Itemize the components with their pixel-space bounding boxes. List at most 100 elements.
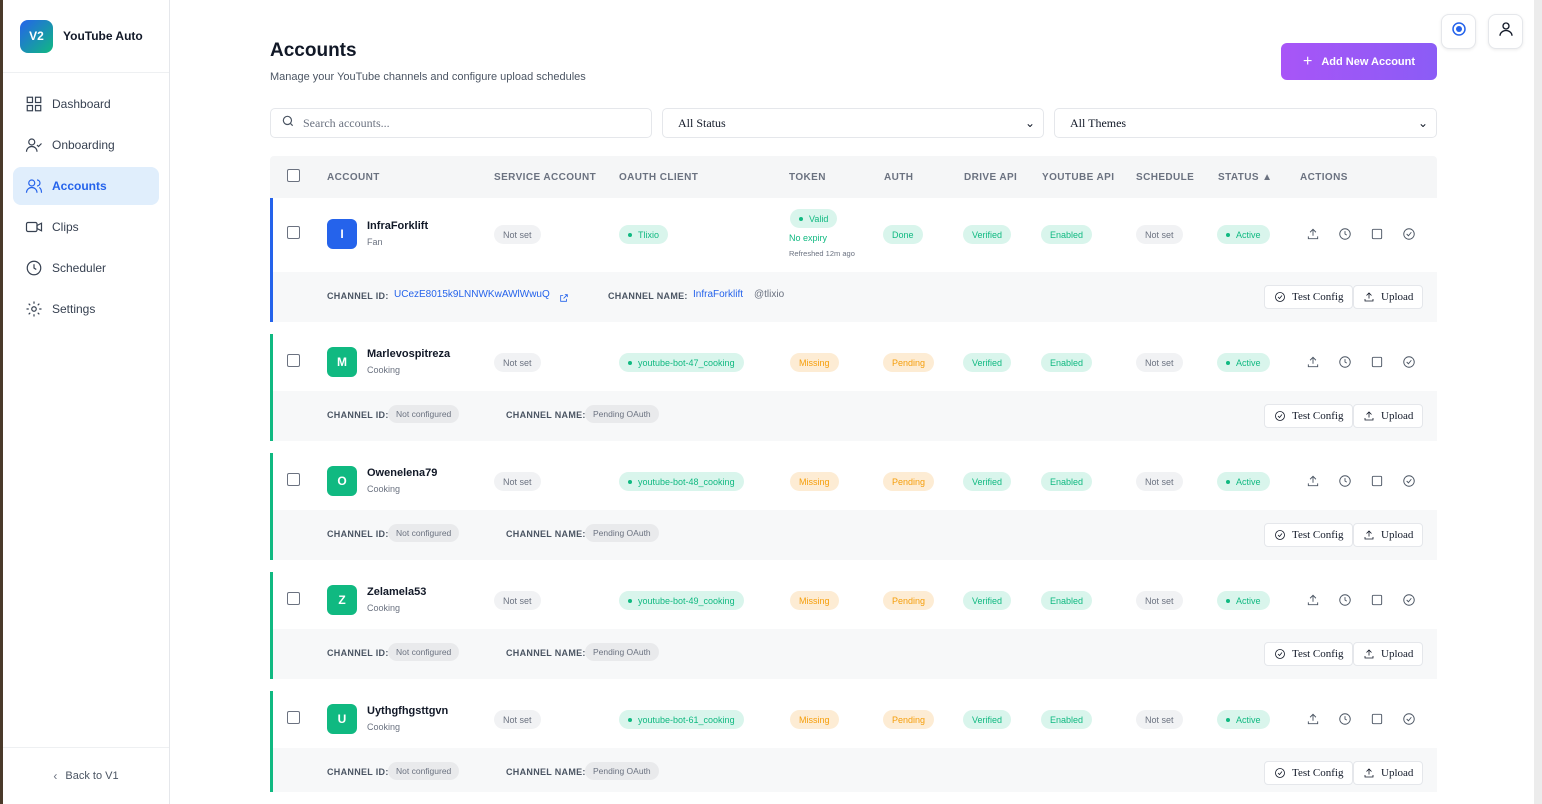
table-row: U Uythgfhgsttgvn Cooking Not set youtube… (270, 691, 1437, 792)
status-badge: Active (1217, 353, 1270, 372)
sidebar-item-clips[interactable]: Clips (13, 208, 159, 246)
upload-button[interactable]: Upload (1353, 523, 1424, 547)
table-row: I InfraForklift Fan Not set Tlixio Valid… (270, 198, 1437, 322)
back-label: Back to V1 (65, 770, 119, 782)
check-circle-icon[interactable] (1401, 473, 1417, 489)
test-config-label: Test Config (1292, 648, 1344, 660)
token-refreshed: Refreshed 12m ago (789, 249, 855, 258)
test-config-button[interactable]: Test Config (1264, 285, 1354, 309)
profile-button[interactable] (1488, 14, 1523, 49)
upload-icon[interactable] (1305, 592, 1321, 608)
account-name[interactable]: Owenelena79 (367, 467, 437, 479)
square-icon[interactable] (1369, 354, 1385, 370)
status-filter-select[interactable]: All Status ⌄ (662, 108, 1044, 138)
add-new-account-button[interactable]: + Add New Account (1281, 43, 1437, 80)
external-link-icon[interactable] (559, 290, 569, 308)
sidebar-item-accounts[interactable]: Accounts (13, 167, 159, 205)
select-all-checkbox[interactable] (287, 169, 300, 182)
service-account-badge: Not set (494, 353, 541, 372)
theme-filter-select[interactable]: All Themes ⌄ (1054, 108, 1437, 138)
account-name[interactable]: Zelamela53 (367, 586, 426, 598)
status-label: Active (1236, 595, 1261, 606)
auth-badge: Pending (883, 353, 935, 372)
schedule-badge: Not set (1136, 353, 1183, 372)
channel-id-label: CHANNEL ID: (327, 291, 389, 301)
col-oauth-client: OAUTH CLIENT (619, 172, 699, 183)
test-config-button[interactable]: Test Config (1264, 523, 1354, 547)
upload-label: Upload (1381, 529, 1414, 541)
drive-api-badge: Verified (963, 225, 1012, 244)
test-config-button[interactable]: Test Config (1264, 642, 1354, 666)
square-icon[interactable] (1369, 473, 1385, 489)
upload-icon[interactable] (1305, 473, 1321, 489)
clock-icon[interactable] (1337, 354, 1353, 370)
upload-icon[interactable] (1305, 711, 1321, 727)
youtube-api-badge: Enabled (1041, 710, 1093, 729)
record-icon (1450, 20, 1468, 43)
upload-button[interactable]: Upload (1353, 285, 1424, 309)
test-config-button[interactable]: Test Config (1264, 761, 1354, 785)
col-token: TOKEN (789, 172, 826, 183)
upload-button[interactable]: Upload (1353, 761, 1424, 785)
oauth-client-label: youtube-bot-47_cooking (638, 357, 735, 368)
clock-icon[interactable] (1337, 473, 1353, 489)
col-status[interactable]: STATUS ▲ (1218, 172, 1272, 183)
channel-name-link[interactable]: InfraForklift (693, 289, 743, 300)
channel-id-label: CHANNEL ID: (327, 648, 389, 658)
sidebar-item-scheduler[interactable]: Scheduler (13, 249, 159, 287)
check-circle-icon[interactable] (1401, 592, 1417, 608)
oauth-client-badge: Tlixio (619, 225, 669, 244)
upload-label: Upload (1381, 767, 1414, 779)
account-name[interactable]: InfraForklift (367, 220, 428, 232)
row-checkbox[interactable] (287, 226, 300, 239)
status-label: Active (1236, 229, 1261, 240)
upload-icon[interactable] (1305, 226, 1321, 242)
upload-button[interactable]: Upload (1353, 642, 1424, 666)
record-button[interactable] (1441, 14, 1476, 49)
token-badge: Missing (790, 591, 839, 610)
clock-icon[interactable] (1337, 711, 1353, 727)
account-name[interactable]: Uythgfhgsttgvn (367, 705, 448, 717)
back-to-v1-link[interactable]: ‹ Back to V1 (3, 747, 169, 804)
square-icon[interactable] (1369, 226, 1385, 242)
check-circle-icon[interactable] (1401, 354, 1417, 370)
token-badge: Missing (790, 710, 839, 729)
sidebar-item-dashboard[interactable]: Dashboard (13, 85, 159, 123)
channel-name-label: CHANNEL NAME: (506, 767, 586, 777)
users-icon (25, 177, 43, 195)
clock-icon[interactable] (1337, 226, 1353, 242)
row-main: M Marlevospitreza Cooking Not set youtub… (273, 334, 1437, 391)
avatar: O (327, 466, 357, 496)
square-icon[interactable] (1369, 592, 1385, 608)
check-circle-icon[interactable] (1401, 711, 1417, 727)
upload-icon[interactable] (1305, 354, 1321, 370)
row-checkbox[interactable] (287, 473, 300, 486)
oauth-client-label: Tlixio (638, 229, 660, 240)
row-main: O Owenelena79 Cooking Not set youtube-bo… (273, 453, 1437, 510)
brand[interactable]: V2 YouTube Auto (3, 0, 169, 73)
row-checkbox[interactable] (287, 711, 300, 724)
channel-id-value: Not configured (388, 762, 460, 780)
row-checkbox[interactable] (287, 354, 300, 367)
status-label: Active (1236, 357, 1261, 368)
upload-button[interactable]: Upload (1353, 404, 1424, 428)
clock-icon[interactable] (1337, 592, 1353, 608)
channel-name-label: CHANNEL NAME: (506, 410, 586, 420)
sidebar-item-onboarding[interactable]: Onboarding (13, 126, 159, 164)
search-input[interactable] (303, 115, 623, 131)
row-checkbox[interactable] (287, 592, 300, 605)
drive-api-badge: Verified (963, 353, 1012, 372)
account-theme: Cooking (367, 722, 401, 732)
account-name[interactable]: Marlevospitreza (367, 348, 450, 360)
sidebar-item-settings[interactable]: Settings (13, 290, 159, 328)
accounts-table: ACCOUNT SERVICE ACCOUNT OAUTH CLIENT TOK… (270, 156, 1437, 792)
square-icon[interactable] (1369, 711, 1385, 727)
test-config-button[interactable]: Test Config (1264, 404, 1354, 428)
chevron-left-icon: ‹ (53, 769, 58, 783)
channel-id-link[interactable]: UCezE8015k9LNNWKwAWlWwuQ (394, 289, 550, 300)
check-circle-icon[interactable] (1401, 226, 1417, 242)
token-badge: Missing (790, 472, 839, 491)
test-config-label: Test Config (1292, 767, 1344, 779)
scrollbar-track[interactable] (1534, 0, 1542, 804)
table-header: ACCOUNT SERVICE ACCOUNT OAUTH CLIENT TOK… (270, 156, 1437, 198)
